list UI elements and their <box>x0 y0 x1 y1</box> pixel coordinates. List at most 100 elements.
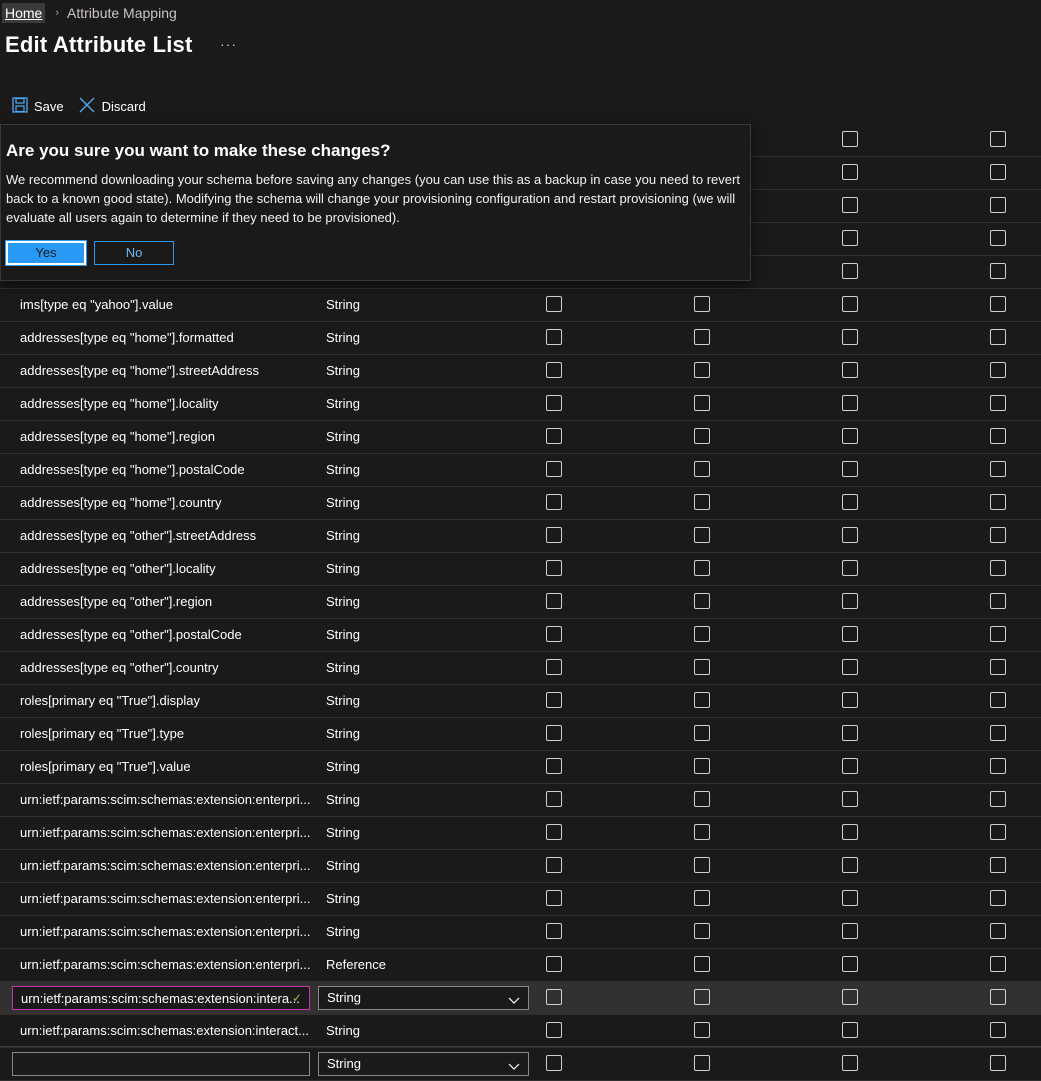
required-checkbox[interactable] <box>694 296 710 312</box>
exact-case-checkbox[interactable] <box>990 593 1006 609</box>
primary-key-checkbox[interactable] <box>546 692 562 708</box>
multi-value-checkbox[interactable] <box>842 362 858 378</box>
required-checkbox[interactable] <box>694 329 710 345</box>
primary-key-checkbox[interactable] <box>546 329 562 345</box>
primary-key-checkbox[interactable] <box>546 296 562 312</box>
required-checkbox[interactable] <box>694 1022 710 1038</box>
primary-key-checkbox[interactable] <box>546 725 562 741</box>
primary-key-checkbox[interactable] <box>546 1022 562 1038</box>
exact-case-checkbox[interactable] <box>990 230 1006 246</box>
primary-key-checkbox[interactable] <box>546 626 562 642</box>
multi-value-checkbox[interactable] <box>842 197 858 213</box>
primary-key-checkbox[interactable] <box>546 395 562 411</box>
multi-value-checkbox[interactable] <box>842 890 858 906</box>
more-options-button[interactable]: ··· <box>220 36 237 52</box>
primary-key-checkbox[interactable] <box>546 1055 562 1071</box>
exact-case-checkbox[interactable] <box>990 164 1006 180</box>
primary-key-checkbox[interactable] <box>546 989 562 1005</box>
exact-case-checkbox[interactable] <box>990 725 1006 741</box>
required-checkbox[interactable] <box>694 494 710 510</box>
no-button[interactable]: No <box>94 241 174 265</box>
multi-value-checkbox[interactable] <box>842 395 858 411</box>
required-checkbox[interactable] <box>694 956 710 972</box>
required-checkbox[interactable] <box>694 692 710 708</box>
required-checkbox[interactable] <box>694 659 710 675</box>
attribute-name-input[interactable] <box>12 986 310 1010</box>
required-checkbox[interactable] <box>694 560 710 576</box>
exact-case-checkbox[interactable] <box>990 1022 1006 1038</box>
required-checkbox[interactable] <box>694 593 710 609</box>
multi-value-checkbox[interactable] <box>842 428 858 444</box>
exact-case-checkbox[interactable] <box>990 890 1006 906</box>
multi-value-checkbox[interactable] <box>842 824 858 840</box>
exact-case-checkbox[interactable] <box>990 527 1006 543</box>
multi-value-checkbox[interactable] <box>842 791 858 807</box>
primary-key-checkbox[interactable] <box>546 593 562 609</box>
required-checkbox[interactable] <box>694 428 710 444</box>
required-checkbox[interactable] <box>694 923 710 939</box>
new-attribute-type-dropdown[interactable]: String <box>318 1052 529 1076</box>
required-checkbox[interactable] <box>694 362 710 378</box>
exact-case-checkbox[interactable] <box>990 956 1006 972</box>
required-checkbox[interactable] <box>694 857 710 873</box>
multi-value-checkbox[interactable] <box>842 593 858 609</box>
exact-case-checkbox[interactable] <box>990 857 1006 873</box>
multi-value-checkbox[interactable] <box>842 461 858 477</box>
exact-case-checkbox[interactable] <box>990 791 1006 807</box>
primary-key-checkbox[interactable] <box>546 494 562 510</box>
exact-case-checkbox[interactable] <box>990 659 1006 675</box>
primary-key-checkbox[interactable] <box>546 659 562 675</box>
exact-case-checkbox[interactable] <box>990 923 1006 939</box>
multi-value-checkbox[interactable] <box>842 758 858 774</box>
required-checkbox[interactable] <box>694 725 710 741</box>
primary-key-checkbox[interactable] <box>546 824 562 840</box>
exact-case-checkbox[interactable] <box>990 263 1006 279</box>
multi-value-checkbox[interactable] <box>842 296 858 312</box>
discard-button[interactable]: Discard <box>78 96 146 117</box>
attribute-type-dropdown[interactable]: String <box>318 986 529 1010</box>
primary-key-checkbox[interactable] <box>546 923 562 939</box>
exact-case-checkbox[interactable] <box>990 692 1006 708</box>
exact-case-checkbox[interactable] <box>990 131 1006 147</box>
primary-key-checkbox[interactable] <box>546 890 562 906</box>
multi-value-checkbox[interactable] <box>842 956 858 972</box>
multi-value-checkbox[interactable] <box>842 164 858 180</box>
primary-key-checkbox[interactable] <box>546 527 562 543</box>
multi-value-checkbox[interactable] <box>842 329 858 345</box>
primary-key-checkbox[interactable] <box>546 956 562 972</box>
multi-value-checkbox[interactable] <box>842 263 858 279</box>
yes-button[interactable]: Yes <box>5 240 87 266</box>
primary-key-checkbox[interactable] <box>546 758 562 774</box>
exact-case-checkbox[interactable] <box>990 461 1006 477</box>
required-checkbox[interactable] <box>694 989 710 1005</box>
exact-case-checkbox[interactable] <box>990 428 1006 444</box>
primary-key-checkbox[interactable] <box>546 362 562 378</box>
multi-value-checkbox[interactable] <box>842 230 858 246</box>
multi-value-checkbox[interactable] <box>842 527 858 543</box>
required-checkbox[interactable] <box>694 890 710 906</box>
exact-case-checkbox[interactable] <box>990 494 1006 510</box>
multi-value-checkbox[interactable] <box>842 725 858 741</box>
exact-case-checkbox[interactable] <box>990 989 1006 1005</box>
multi-value-checkbox[interactable] <box>842 1055 858 1071</box>
exact-case-checkbox[interactable] <box>990 1055 1006 1071</box>
primary-key-checkbox[interactable] <box>546 791 562 807</box>
multi-value-checkbox[interactable] <box>842 560 858 576</box>
required-checkbox[interactable] <box>694 791 710 807</box>
breadcrumb-home-link[interactable]: Home <box>2 3 46 23</box>
save-button[interactable]: Save <box>12 96 64 116</box>
new-attribute-name-input[interactable] <box>12 1052 310 1076</box>
exact-case-checkbox[interactable] <box>990 560 1006 576</box>
primary-key-checkbox[interactable] <box>546 857 562 873</box>
multi-value-checkbox[interactable] <box>842 857 858 873</box>
primary-key-checkbox[interactable] <box>546 461 562 477</box>
multi-value-checkbox[interactable] <box>842 626 858 642</box>
multi-value-checkbox[interactable] <box>842 659 858 675</box>
exact-case-checkbox[interactable] <box>990 329 1006 345</box>
multi-value-checkbox[interactable] <box>842 494 858 510</box>
required-checkbox[interactable] <box>694 1055 710 1071</box>
exact-case-checkbox[interactable] <box>990 296 1006 312</box>
exact-case-checkbox[interactable] <box>990 362 1006 378</box>
required-checkbox[interactable] <box>694 395 710 411</box>
primary-key-checkbox[interactable] <box>546 428 562 444</box>
